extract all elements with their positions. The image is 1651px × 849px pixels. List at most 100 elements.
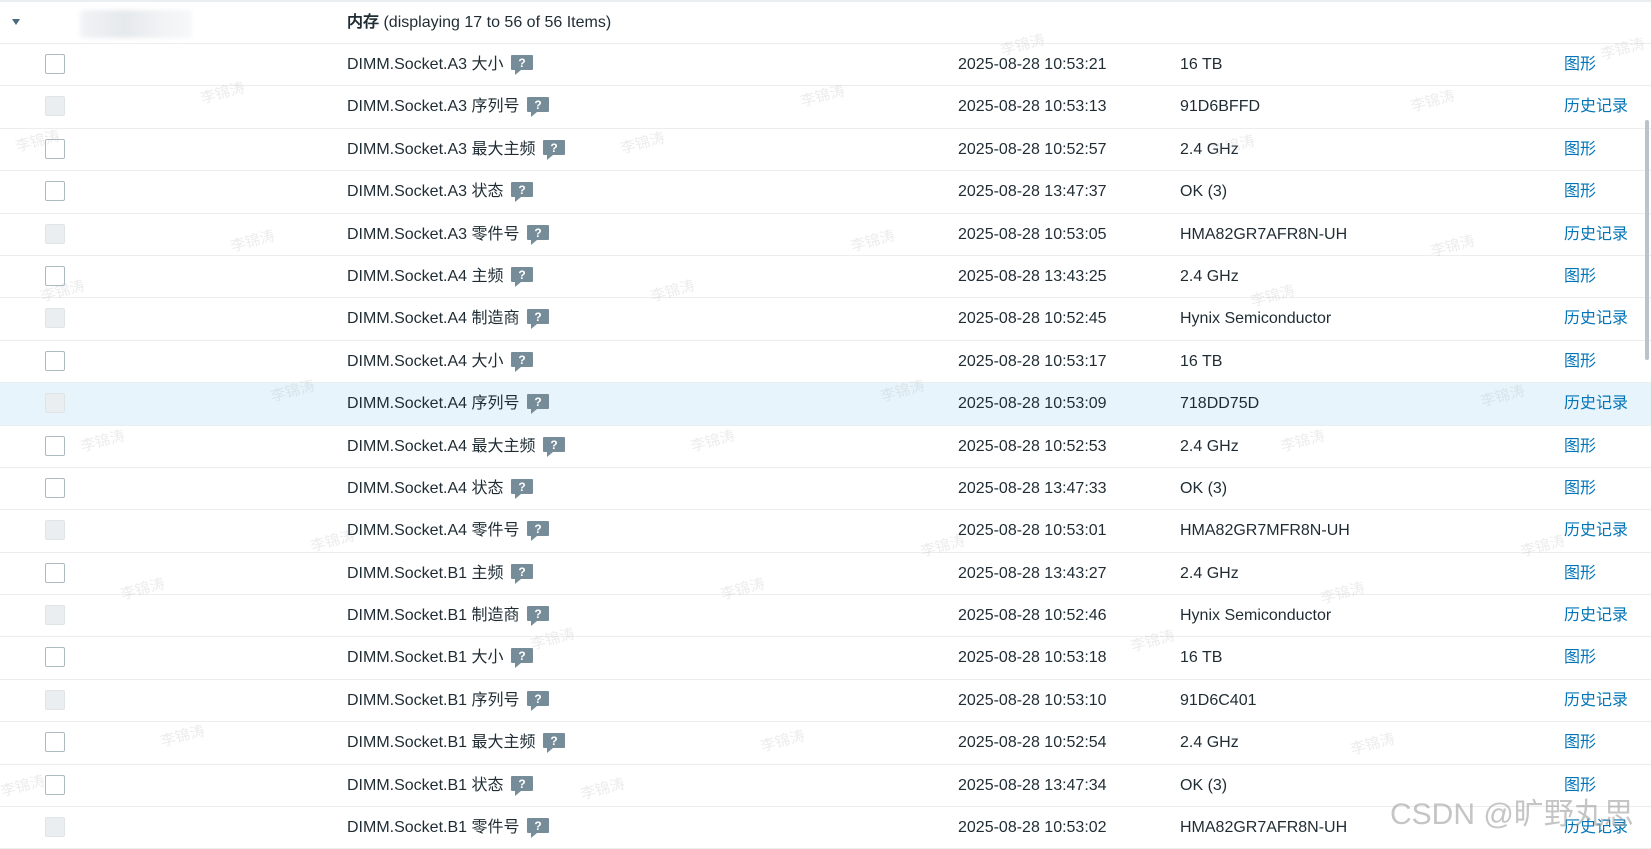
svg-text:?: ? [551,734,558,748]
table-row: DIMM.Socket.B1 状态? 2025-08-28 13:47:34 OK … [0,765,1651,808]
graph-link[interactable]: 图形 [1564,437,1596,457]
history-link[interactable]: 历史记录 [1564,394,1628,414]
help-speech-bubble-icon[interactable]: ? [511,182,534,203]
svg-text:?: ? [535,692,542,706]
graph-link[interactable]: 图形 [1564,648,1596,668]
help-speech-bubble-icon[interactable]: ? [511,648,534,669]
item-name-cell: DIMM.Socket.A4 零件号? [347,521,550,542]
row-checkbox[interactable] [45,181,65,202]
help-speech-bubble-icon[interactable]: ? [527,606,550,627]
last-value: 16 TB [1180,649,1223,667]
item-name: DIMM.Socket.A4 最大主频 [347,437,536,455]
item-name-cell: DIMM.Socket.A3 状态? [347,182,534,203]
last-value: 2.4 GHz [1180,140,1239,158]
graph-link[interactable]: 图形 [1564,182,1596,202]
help-speech-bubble-icon[interactable]: ? [511,266,534,287]
graph-link[interactable]: 图形 [1564,479,1596,499]
item-name: DIMM.Socket.A3 大小 [347,56,504,73]
row-checkbox[interactable] [45,647,65,668]
history-link[interactable]: 历史记录 [1564,97,1628,117]
last-value: Hynix Semiconductor [1180,607,1332,625]
graph-link[interactable]: 图形 [1564,733,1596,753]
help-speech-bubble-icon[interactable]: ? [511,775,534,796]
svg-text:?: ? [519,183,526,197]
help-speech-bubble-icon[interactable]: ? [511,563,534,584]
row-checkbox [45,308,65,329]
graph-link[interactable]: 图形 [1564,55,1596,75]
help-speech-bubble-icon[interactable]: ? [527,224,550,245]
help-speech-bubble-icon[interactable]: ? [527,97,550,118]
row-checkbox [45,689,65,710]
svg-text:?: ? [519,565,526,579]
history-link[interactable]: 历史记录 [1564,691,1628,711]
history-link[interactable]: 历史记录 [1564,606,1628,626]
graph-link[interactable]: 图形 [1564,140,1596,160]
help-speech-bubble-icon[interactable]: ? [543,733,566,754]
row-checkbox [45,393,65,414]
row-checkbox[interactable] [45,435,65,456]
history-link[interactable]: 历史记录 [1564,309,1628,329]
item-name-cell: DIMM.Socket.B1 状态? [347,775,534,796]
items-table: DIMM.Socket.A3 大小? 2025-08-28 10:53:21 16 … [0,44,1651,849]
last-check-time: 2025-08-28 13:47:34 [958,776,1107,794]
help-speech-bubble-icon[interactable]: ? [543,139,566,160]
graph-link[interactable]: 图形 [1564,352,1596,372]
help-speech-bubble-icon[interactable]: ? [527,394,550,415]
row-checkbox[interactable] [45,732,65,753]
svg-text:?: ? [519,777,526,791]
item-name: DIMM.Socket.A4 零件号 [347,522,520,540]
history-link[interactable]: 历史记录 [1564,521,1628,541]
svg-text:?: ? [519,480,526,494]
graph-link[interactable]: 图形 [1564,267,1596,287]
row-checkbox[interactable] [45,774,65,795]
last-value: 91D6BFFD [1180,98,1261,116]
help-speech-bubble-icon[interactable]: ? [527,690,550,711]
collapse-toggle-icon[interactable] [8,14,24,30]
item-name: DIMM.Socket.A3 零件号 [347,225,520,243]
row-checkbox[interactable] [45,477,65,498]
help-speech-bubble-icon[interactable]: ? [527,521,550,542]
last-value: 2.4 GHz [1180,564,1239,582]
item-name: DIMM.Socket.B1 主频 [347,564,504,582]
item-name: DIMM.Socket.A4 制造商 [347,310,520,328]
table-row: DIMM.Socket.A4 零件号? 2025-08-28 10:53:01 HM… [0,510,1651,553]
help-speech-bubble-icon[interactable]: ? [511,55,534,75]
item-name-cell: DIMM.Socket.A4 状态? [347,478,534,499]
last-check-time: 2025-08-28 10:53:18 [958,649,1107,667]
help-speech-bubble-icon[interactable]: ? [527,818,550,839]
table-row: DIMM.Socket.A3 序列号? 2025-08-28 10:53:13 91… [0,86,1651,129]
last-check-time: 2025-08-28 13:47:33 [958,479,1107,497]
row-checkbox[interactable] [45,562,65,583]
row-checkbox[interactable] [45,138,65,159]
history-link[interactable]: 历史记录 [1564,818,1628,838]
graph-link[interactable]: 图形 [1564,776,1596,796]
svg-text:?: ? [551,438,558,452]
svg-text:?: ? [551,141,558,155]
item-name: DIMM.Socket.B1 制造商 [347,607,520,625]
row-checkbox[interactable] [45,265,65,286]
help-speech-bubble-icon[interactable]: ? [543,436,566,457]
scrollbar[interactable] [1645,120,1649,360]
item-name: DIMM.Socket.A4 大小 [347,352,504,370]
help-speech-bubble-icon[interactable]: ? [511,351,534,372]
last-value: HMA82GR7AFR8N-UH [1180,225,1348,243]
row-checkbox[interactable] [45,54,65,74]
table-row: DIMM.Socket.A4 大小? 2025-08-28 10:53:17 16 … [0,341,1651,384]
table-row: DIMM.Socket.A3 大小? 2025-08-28 10:53:21 16 … [0,44,1651,87]
last-check-time: 2025-08-28 10:52:46 [958,607,1107,625]
row-checkbox [45,223,65,244]
last-value: Hynix Semiconductor [1180,310,1332,328]
item-name: DIMM.Socket.B1 序列号 [347,691,520,709]
item-name: DIMM.Socket.B1 零件号 [347,819,520,837]
help-speech-bubble-icon[interactable]: ? [511,478,534,499]
latest-data-page: 内存 (displaying 17 to 56 of 56 Items) DIM… [0,0,1651,849]
item-name: DIMM.Socket.A3 状态 [347,183,504,201]
svg-text:?: ? [519,56,526,70]
last-value: HMA82GR7MFR8N-UH [1180,522,1350,540]
svg-text:?: ? [519,353,526,367]
graph-link[interactable]: 图形 [1564,564,1596,584]
item-name-cell: DIMM.Socket.A4 最大主频? [347,436,566,457]
history-link[interactable]: 历史记录 [1564,225,1628,245]
row-checkbox[interactable] [45,350,65,371]
help-speech-bubble-icon[interactable]: ? [527,309,550,330]
